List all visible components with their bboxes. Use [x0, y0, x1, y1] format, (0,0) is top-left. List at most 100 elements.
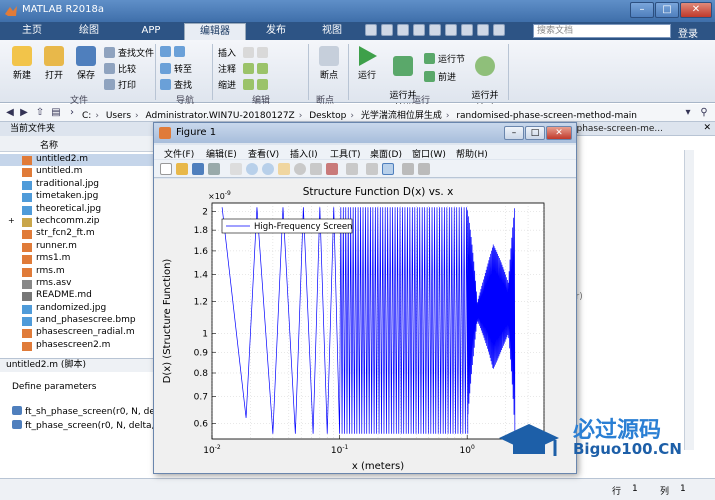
breadcrumb-segment[interactable]: randomised-phase-screen-method-main — [456, 111, 637, 121]
menu-window[interactable]: 窗口(W) — [412, 147, 446, 160]
figure-close-button[interactable]: ✕ — [546, 126, 572, 140]
new-button[interactable]: 新建 — [8, 46, 36, 81]
editor-scrollbar[interactable] — [684, 150, 694, 450]
file-list-item[interactable]: phasescreen2.m — [0, 340, 162, 352]
menu-tools[interactable]: 工具(T) — [330, 147, 361, 160]
comment-button[interactable]: 注释 — [218, 62, 271, 75]
dropdown-icon[interactable] — [493, 24, 505, 36]
file-list-item[interactable]: runner.m — [0, 241, 162, 253]
advance-button[interactable]: 前进 — [424, 70, 456, 83]
file-list-item[interactable]: traditional.jpg — [0, 179, 162, 191]
zoom-in-icon[interactable] — [246, 163, 258, 175]
function-item[interactable]: ft_phase_screen(r0, N, delta, — [12, 420, 154, 431]
figure-title-bar[interactable]: Figure 1 – □ ✕ — [154, 123, 576, 143]
breadcrumb-segment[interactable]: C: — [82, 111, 91, 121]
breadcrumb-segment[interactable]: 光学湍流相位屏生成 — [361, 111, 442, 121]
menu-desktop[interactable]: 桌面(D) — [370, 147, 402, 160]
save-icon[interactable] — [192, 163, 204, 175]
expand-icon[interactable]: + — [8, 216, 15, 225]
run-button[interactable]: 运行 — [354, 46, 380, 81]
paste-icon[interactable] — [413, 24, 425, 36]
file-list-item[interactable]: untitled.m — [0, 166, 162, 178]
insert-button[interactable]: 插入 — [218, 46, 271, 59]
link-icon[interactable] — [346, 163, 358, 175]
editor-file-tab[interactable]: ed-phase-screen-me... — [562, 124, 663, 134]
file-list-item[interactable]: rand_phasescree.bmp — [0, 315, 162, 327]
save-button[interactable]: 保存 — [72, 46, 100, 81]
back-forward-buttons[interactable] — [160, 46, 188, 58]
file-list-item[interactable]: README.md — [0, 290, 162, 302]
close-icon[interactable]: ✕ — [703, 123, 711, 133]
rotate-icon[interactable] — [294, 163, 306, 175]
menu-insert[interactable]: 插入(I) — [290, 147, 318, 160]
redo-icon[interactable] — [445, 24, 457, 36]
run-section-button[interactable]: 运行节 — [424, 52, 465, 65]
column-header[interactable]: 名称 — [0, 136, 162, 152]
figure-minimize-button[interactable]: – — [504, 126, 524, 140]
close-button[interactable]: ✕ — [680, 2, 712, 18]
help-icon[interactable] — [477, 24, 489, 36]
pan-icon[interactable] — [278, 163, 290, 175]
file-list-item[interactable]: theoretical.jpg — [0, 204, 162, 216]
file-list-item[interactable]: rms.m — [0, 266, 162, 278]
breadcrumb-segment[interactable]: Desktop — [309, 111, 346, 121]
tab-view[interactable]: 视图 — [306, 23, 358, 40]
copy-icon[interactable] — [397, 24, 409, 36]
menu-view[interactable]: 查看(V) — [248, 147, 279, 160]
breakpoints-button[interactable]: 断点 — [314, 46, 344, 81]
legend-icon[interactable] — [382, 163, 394, 175]
save-icon[interactable] — [365, 24, 377, 36]
breadcrumb-segment[interactable]: Users — [106, 111, 131, 121]
tab-home[interactable]: 主页 — [8, 23, 56, 40]
tab-plots[interactable]: 绘图 — [60, 23, 118, 40]
minimize-button[interactable]: – — [630, 2, 654, 18]
file-list-item[interactable]: + techcomm.zip — [0, 216, 162, 228]
tab-publish[interactable]: 发布 — [250, 23, 302, 40]
menu-edit[interactable]: 编辑(E) — [206, 147, 237, 160]
colorbar-icon[interactable] — [366, 163, 378, 175]
browse-folder-icon[interactable]: ▤ — [50, 107, 62, 119]
tab-editor[interactable]: 编辑器 — [184, 23, 246, 40]
breadcrumb-segment[interactable]: Administrator.WIN7U-20180127Z — [146, 111, 295, 121]
find-button[interactable]: 查找 — [160, 78, 192, 91]
menu-file[interactable]: 文件(F) — [164, 147, 194, 160]
up-folder-icon[interactable]: ⇧ — [34, 107, 46, 119]
undo-icon[interactable] — [429, 24, 441, 36]
switch-windows-icon[interactable] — [461, 24, 473, 36]
find-files-button[interactable]: 查找文件 — [104, 46, 154, 59]
forward-arrow-icon[interactable]: ▶ — [18, 107, 30, 119]
zoom-out-icon[interactable] — [262, 163, 274, 175]
file-list-item[interactable]: timetaken.jpg — [0, 191, 162, 203]
cut-icon[interactable] — [381, 24, 393, 36]
new-figure-icon[interactable] — [160, 163, 172, 175]
goto-button[interactable]: 转至 — [160, 62, 192, 75]
data-cursor-icon[interactable] — [310, 163, 322, 175]
indent-button[interactable]: 缩进 — [218, 78, 271, 91]
menu-help[interactable]: 帮助(H) — [456, 147, 488, 160]
file-list-item[interactable]: untitled2.m — [0, 154, 162, 167]
file-list-item[interactable]: randomized.jpg — [0, 303, 162, 315]
tab-apps[interactable]: APP — [122, 23, 180, 40]
print-button[interactable]: 打印 — [104, 78, 136, 91]
function-item[interactable]: ft_sh_phase_screen(r0, N, delt — [12, 406, 161, 417]
back-arrow-icon[interactable]: ◀ — [4, 107, 16, 119]
open-icon[interactable] — [176, 163, 188, 175]
file-list-item[interactable]: phasescreen_radial.m — [0, 327, 162, 339]
maximize-button[interactable]: □ — [655, 2, 679, 18]
file-list-item[interactable]: rms1.m — [0, 253, 162, 265]
dropdown-icon[interactable]: ▾ — [682, 107, 694, 119]
print-icon[interactable] — [208, 163, 220, 175]
open-button[interactable]: 打开 — [40, 46, 68, 81]
search-input[interactable]: 搜索文档 — [533, 24, 671, 38]
property-editor-icon[interactable] — [418, 163, 430, 175]
search-folder-icon[interactable]: ⚲ — [698, 107, 710, 119]
hide-tools-icon[interactable] — [402, 163, 414, 175]
compare-button[interactable]: 比较 — [104, 62, 136, 75]
pointer-icon[interactable] — [230, 163, 242, 175]
file-list-item[interactable]: str_fcn2_ft.m — [0, 228, 162, 240]
login-link[interactable]: 登录 — [678, 25, 698, 40]
figure-maximize-button[interactable]: □ — [525, 126, 545, 140]
brush-icon[interactable] — [326, 163, 338, 175]
breadcrumb-caret-icon[interactable]: › — [66, 107, 78, 119]
file-list-item[interactable]: rms.asv — [0, 278, 162, 290]
